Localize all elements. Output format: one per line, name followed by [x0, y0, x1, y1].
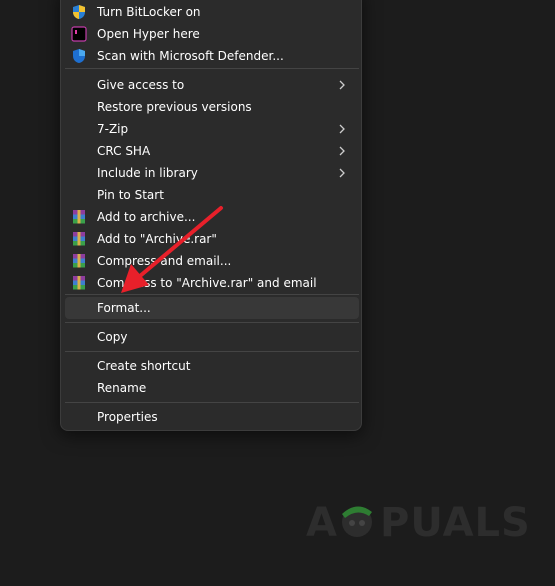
watermark-text-right: PUALS — [380, 500, 531, 546]
watermark-text-left: A — [306, 500, 338, 546]
appuals-watermark: A PUALS — [306, 496, 530, 550]
watermark-mascot-icon — [342, 506, 372, 537]
